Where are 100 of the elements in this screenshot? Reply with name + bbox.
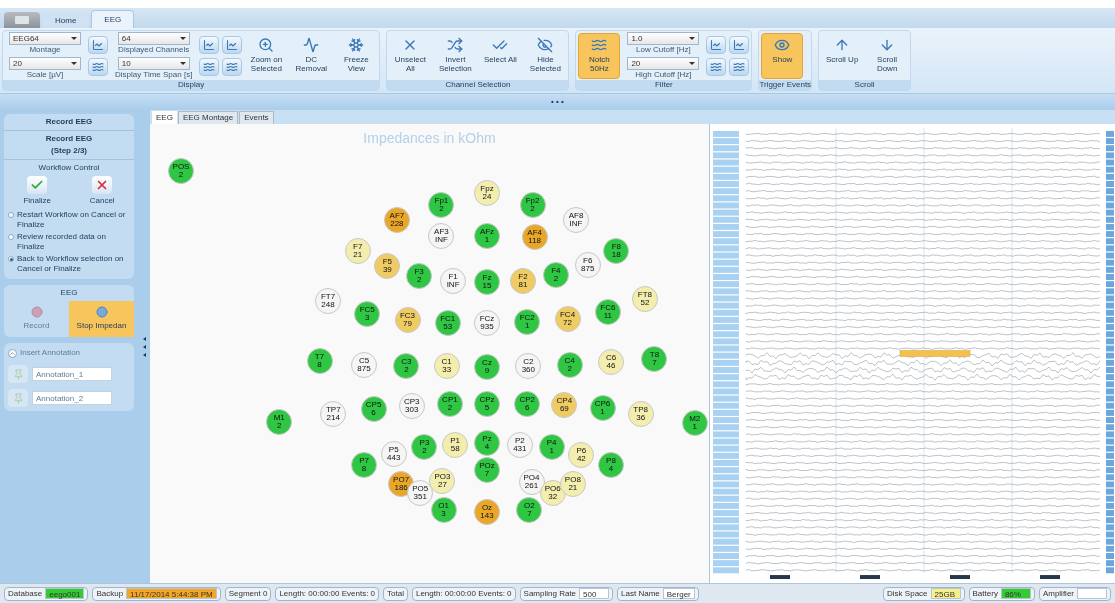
- pin-icon[interactable]: [8, 365, 28, 383]
- electrode[interactable]: CP4 69: [551, 392, 578, 419]
- electrode[interactable]: C3 2: [393, 353, 420, 380]
- ribbon-button[interactable]: Invert Selection: [434, 32, 477, 79]
- document-tab[interactable]: EEG Montage: [177, 111, 239, 124]
- electrode[interactable]: AF7 228: [383, 206, 410, 233]
- electrode[interactable]: AFz 1: [474, 222, 500, 249]
- electrode[interactable]: Cz 9: [474, 354, 500, 381]
- caret-icon: [71, 62, 77, 65]
- electrode[interactable]: C4 2: [556, 351, 583, 378]
- document-tab[interactable]: EEG: [152, 111, 177, 124]
- ribbon-button[interactable]: Select All: [479, 32, 522, 79]
- electrode[interactable]: C1 33: [433, 353, 460, 380]
- electrode[interactable]: F5 39: [374, 253, 401, 280]
- electrode[interactable]: Fz 15: [474, 268, 500, 295]
- electrode[interactable]: CP6 1: [589, 394, 616, 421]
- electrode[interactable]: PO3 27: [429, 467, 456, 494]
- dropdown-field[interactable]: 64: [117, 32, 190, 45]
- ribbon-button[interactable]: DC Removal: [290, 32, 333, 79]
- ribbon-button[interactable]: Scroll Down: [866, 32, 909, 79]
- electrode[interactable]: T7 8: [306, 348, 333, 375]
- electrode[interactable]: P7 8: [351, 451, 378, 478]
- electrode[interactable]: F7 21: [344, 238, 371, 265]
- electrode[interactable]: AF8 INF: [563, 206, 590, 233]
- ribbon-button[interactable]: Freeze View: [335, 32, 378, 79]
- electrode[interactable]: F6 875: [574, 251, 601, 278]
- electrode[interactable]: Oz 143: [474, 499, 500, 526]
- electrode[interactable]: AF3 INF: [428, 222, 455, 249]
- electrode[interactable]: FC1 53: [434, 310, 461, 337]
- radio-button[interactable]: [8, 212, 14, 218]
- radio-button[interactable]: [8, 234, 14, 240]
- electrode[interactable]: T8 7: [641, 345, 668, 372]
- electrode[interactable]: F1 INF: [440, 267, 467, 294]
- radio-button[interactable]: [8, 256, 14, 262]
- ribbon-tab[interactable]: EEG: [91, 10, 135, 28]
- electrode[interactable]: O1 3: [430, 497, 457, 524]
- dropdown-field[interactable]: 1.0: [627, 32, 700, 45]
- electrode[interactable]: TP8 36: [627, 400, 654, 427]
- electrode[interactable]: FC5 3: [354, 300, 381, 327]
- document-tab[interactable]: Events: [239, 111, 274, 124]
- electrode[interactable]: PO5 351: [407, 479, 434, 506]
- electrode[interactable]: P6 42: [568, 442, 595, 469]
- electrode[interactable]: M2 1: [681, 410, 708, 437]
- electrode[interactable]: PO4 261: [518, 468, 545, 495]
- electrode[interactable]: FC4 72: [554, 305, 581, 332]
- electrode[interactable]: M1 2: [266, 409, 293, 436]
- app-menu-button[interactable]: [4, 12, 40, 28]
- electrode[interactable]: F2 81: [510, 267, 537, 294]
- electrode[interactable]: P4 1: [538, 433, 565, 460]
- electrode[interactable]: FT8 52: [631, 285, 658, 312]
- ribbon-button[interactable]: Show: [761, 32, 804, 79]
- pin-icon[interactable]: [8, 389, 28, 407]
- check-icon: [27, 176, 48, 194]
- electrode[interactable]: P3 2: [411, 433, 438, 460]
- electrode[interactable]: CP5 6: [360, 395, 387, 422]
- dropdown-field[interactable]: 10: [117, 57, 190, 70]
- workflow-button[interactable]: Cancel: [85, 176, 119, 207]
- electrode[interactable]: CPz 5: [474, 390, 500, 417]
- electrode[interactable]: P8 4: [598, 451, 624, 478]
- electrode[interactable]: POS 2: [168, 158, 194, 184]
- electrode[interactable]: FCz 935: [474, 310, 500, 337]
- electrode[interactable]: P1 58: [442, 432, 469, 459]
- electrode[interactable]: CP1 2: [436, 390, 463, 417]
- ribbon-button[interactable]: Unselect All: [389, 32, 432, 79]
- electrode[interactable]: Fpz 24: [474, 179, 500, 206]
- section-title: EEG: [59, 287, 79, 299]
- electrode[interactable]: F3 2: [406, 262, 433, 289]
- collapse-icon[interactable]: [8, 348, 17, 358]
- electrode[interactable]: C6 46: [598, 349, 624, 376]
- electrode[interactable]: F8 18: [603, 238, 630, 265]
- electrode[interactable]: Fp1 2: [428, 192, 455, 219]
- electrode[interactable]: AF4 118: [521, 223, 548, 250]
- electrode[interactable]: FC2 1: [514, 309, 541, 336]
- electrode[interactable]: FC6 11: [594, 299, 621, 326]
- electrode[interactable]: FT7 248: [315, 288, 341, 315]
- dropdown-field[interactable]: 20: [9, 57, 81, 70]
- electrode[interactable]: CP2 6: [514, 390, 541, 417]
- eeg-action-button[interactable]: Stop Impedan: [69, 301, 134, 337]
- workflow-button[interactable]: Finalize: [19, 176, 55, 207]
- electrode[interactable]: Fp2 2: [519, 192, 546, 219]
- dropdown-field[interactable]: 20: [627, 57, 700, 70]
- electrode[interactable]: P5 443: [380, 440, 407, 467]
- ribbon-button[interactable]: Hide Selected: [524, 32, 567, 79]
- ribbon-button[interactable]: Zoom on Selected: [245, 32, 288, 79]
- ribbon-tab[interactable]: Home: [42, 12, 90, 28]
- electrode[interactable]: P2 431: [506, 432, 533, 459]
- electrode[interactable]: FC3 79: [394, 306, 421, 333]
- electrode[interactable]: O2 7: [516, 497, 543, 524]
- electrode[interactable]: Pz 4: [474, 429, 500, 456]
- collapse-handle[interactable]: • • •: [551, 98, 564, 106]
- ribbon-button[interactable]: Notch 50Hz: [578, 32, 621, 79]
- electrode[interactable]: C2 360: [515, 353, 542, 380]
- electrode[interactable]: C5 875: [351, 351, 378, 378]
- electrode[interactable]: CP3 303: [398, 393, 425, 420]
- electrode[interactable]: TP7 214: [320, 400, 347, 427]
- electrode[interactable]: F4 2: [542, 261, 569, 288]
- splitter-arrows-icon[interactable]: [141, 335, 147, 358]
- electrode[interactable]: POz 7: [474, 456, 500, 483]
- ribbon-button[interactable]: Scroll Up: [821, 32, 864, 79]
- dropdown-field[interactable]: EEG64: [9, 32, 81, 45]
